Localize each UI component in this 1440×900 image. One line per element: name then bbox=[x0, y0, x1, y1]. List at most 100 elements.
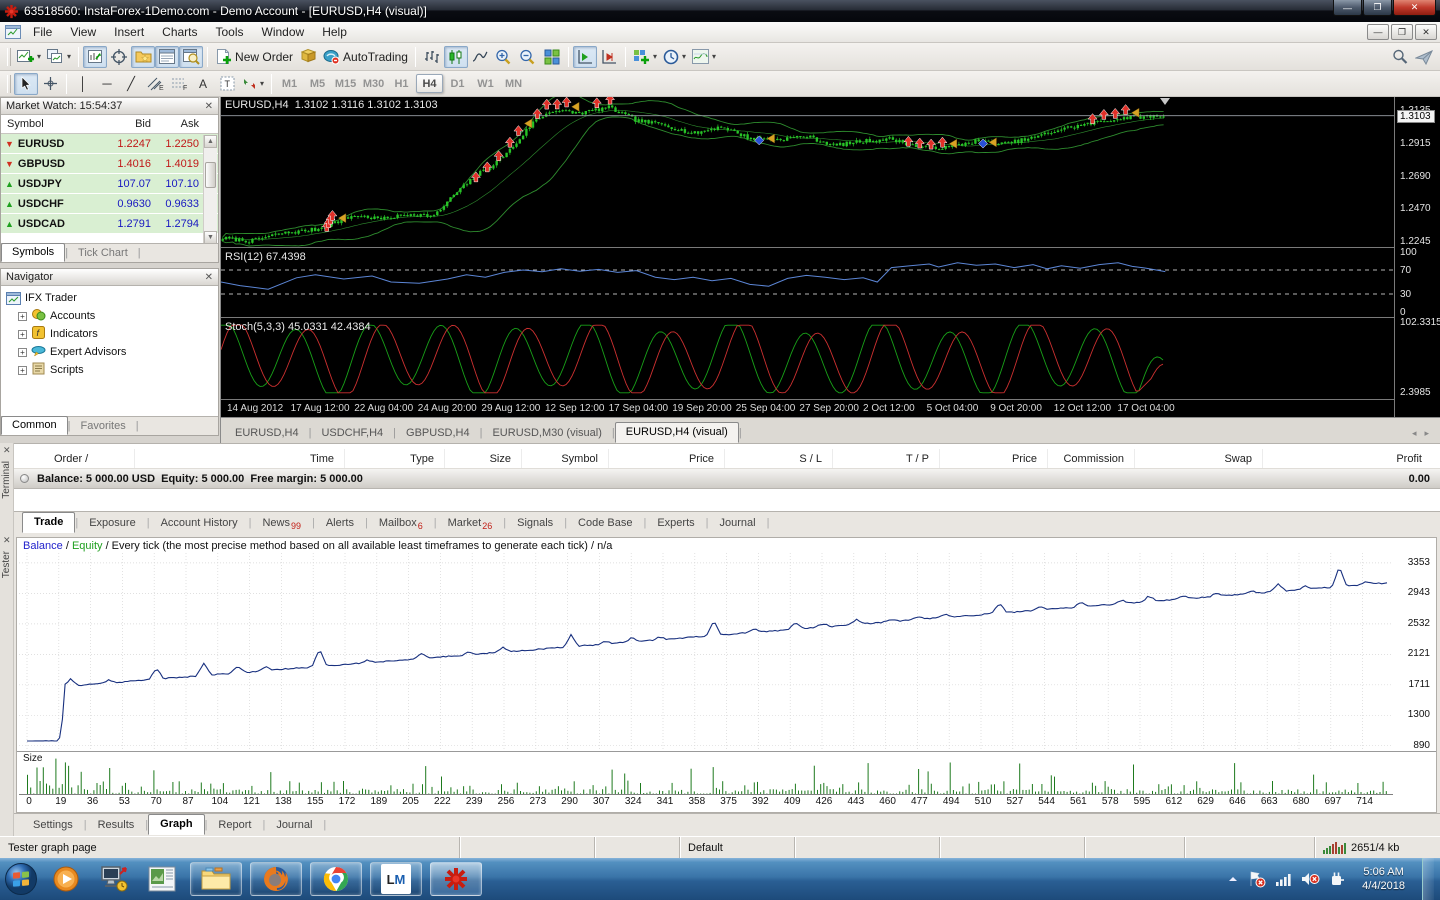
search-button[interactable] bbox=[1388, 46, 1412, 68]
candlestick-chart[interactable] bbox=[221, 97, 1394, 248]
trendline-button[interactable]: ╱ bbox=[119, 73, 143, 95]
chart-line-button[interactable] bbox=[468, 46, 492, 68]
price-axis[interactable]: 1.31351.31031.29151.26901.24701.22451007… bbox=[1394, 97, 1440, 417]
balance-graph[interactable] bbox=[19, 553, 1393, 749]
profiles-button[interactable]: ▾ bbox=[44, 46, 74, 68]
terminal-tab-alerts[interactable]: Alerts bbox=[315, 514, 365, 533]
column-symbol[interactable]: Symbol bbox=[1, 118, 91, 130]
expand-icon[interactable]: + bbox=[18, 329, 27, 339]
zoom-out-button[interactable] bbox=[516, 46, 540, 68]
timeframe-w1[interactable]: W1 bbox=[472, 74, 499, 93]
show-desktop-button[interactable] bbox=[1422, 858, 1434, 900]
navigator-item-expert-advisors[interactable]: + Expert Advisors bbox=[1, 343, 218, 361]
expand-icon[interactable]: + bbox=[18, 347, 27, 357]
chart-window[interactable]: EURUSD,H4 1.3102 1.3116 1.3102 1.3103 RS… bbox=[220, 97, 1440, 443]
timeframe-m1[interactable]: M1 bbox=[276, 74, 303, 93]
market-watch-tab-symbols[interactable]: Symbols bbox=[1, 243, 66, 262]
chart-tab-eurusd-m30-visual-[interactable]: EURUSD,M30 (visual) bbox=[482, 424, 611, 443]
market-watch-row[interactable]: ▲ USDCHF 0.9630 0.9633 bbox=[1, 194, 218, 214]
new-order-button[interactable]: New Order bbox=[212, 46, 296, 68]
vertical-line-button[interactable]: │ bbox=[71, 73, 95, 95]
terminal-tab-code-base[interactable]: Code Base bbox=[567, 514, 643, 533]
taskbar-file-explorer[interactable] bbox=[190, 862, 242, 896]
strategy-tester-toggle[interactable] bbox=[179, 45, 204, 68]
autotrading-button[interactable]: AutoTrading bbox=[320, 46, 411, 68]
expand-icon[interactable]: + bbox=[18, 311, 27, 321]
column-header-profit[interactable]: Profit bbox=[1262, 449, 1432, 468]
taskbar-app-window[interactable] bbox=[142, 862, 182, 896]
menu-window[interactable]: Window bbox=[253, 23, 314, 41]
network-icon[interactable] bbox=[1275, 872, 1292, 887]
main-chart-pane[interactable]: EURUSD,H4 1.3102 1.3116 1.3102 1.3103 bbox=[221, 97, 1394, 248]
timeframe-mn[interactable]: MN bbox=[500, 74, 527, 93]
navigator-item-accounts[interactable]: + Accounts bbox=[1, 307, 218, 325]
stochastic-pane[interactable]: Stoch(5,3,3) 45.0331 42.4384 bbox=[221, 319, 1394, 400]
column-header-s-l[interactable]: S / L bbox=[724, 449, 832, 468]
taskbar-chrome[interactable] bbox=[310, 862, 362, 896]
arrows-button[interactable]: ▾ bbox=[239, 73, 267, 95]
maximize-button[interactable]: ❐ bbox=[1363, 0, 1392, 16]
stochastic-chart[interactable] bbox=[221, 319, 1394, 400]
taskbar-media-player[interactable] bbox=[46, 862, 86, 896]
text-label-button[interactable]: T bbox=[215, 73, 239, 95]
volume-muted-icon[interactable] bbox=[1301, 871, 1320, 887]
navigator-title-bar[interactable]: Navigator ✕ bbox=[1, 269, 218, 286]
chart-tab-eurusd-h4-visual-[interactable]: EURUSD,H4 (visual) bbox=[614, 422, 739, 443]
community-button[interactable] bbox=[1412, 46, 1436, 68]
terminal-tab-signals[interactable]: Signals bbox=[506, 514, 564, 533]
tester-tab-journal[interactable]: Journal bbox=[265, 816, 323, 835]
taskbar-lm-app[interactable]: LM bbox=[370, 862, 422, 896]
market-watch-row[interactable]: ▼ GBPUSD 1.4016 1.4019 bbox=[1, 154, 218, 174]
navigator-tab-common[interactable]: Common bbox=[1, 416, 68, 435]
start-button[interactable] bbox=[0, 858, 42, 900]
chart-window-icon[interactable] bbox=[5, 25, 21, 39]
expand-icon[interactable]: + bbox=[18, 365, 27, 375]
menu-view[interactable]: View bbox=[61, 23, 105, 41]
chart-tab-usdchf-h4[interactable]: USDCHF,H4 bbox=[311, 424, 393, 443]
power-plug-icon[interactable] bbox=[1329, 871, 1345, 887]
timeframe-m30[interactable]: M30 bbox=[360, 74, 387, 93]
navigator-root-item[interactable]: IFX Trader bbox=[1, 289, 218, 307]
column-bid[interactable]: Bid bbox=[91, 118, 151, 130]
close-icon[interactable]: ✕ bbox=[205, 272, 213, 283]
taskbar-clock[interactable]: 5:06 AM 4/4/2018 bbox=[1354, 865, 1413, 893]
mdi-restore-button[interactable]: ❐ bbox=[1391, 24, 1413, 40]
auto-scroll-toggle[interactable] bbox=[572, 45, 597, 68]
time-axis[interactable]: 14 Aug 2012 17 Aug 12:00 22 Aug 04:00 24 Au… bbox=[221, 401, 1394, 417]
column-header-order-[interactable]: Order / bbox=[14, 449, 134, 468]
close-icon[interactable]: ✕ bbox=[205, 101, 213, 112]
market-watch-scrollbar[interactable]: ▲ ▼ bbox=[203, 135, 217, 244]
taskbar-remote-desktop[interactable] bbox=[94, 862, 134, 896]
timeframe-d1[interactable]: D1 bbox=[444, 74, 471, 93]
terminal-tab-exposure[interactable]: Exposure bbox=[78, 514, 146, 533]
tray-expand-icon[interactable] bbox=[1227, 874, 1239, 884]
taskbar-metatrader[interactable] bbox=[430, 862, 482, 896]
tester-tab-report[interactable]: Report bbox=[207, 816, 262, 835]
data-window-toggle[interactable] bbox=[107, 46, 131, 68]
menu-help[interactable]: Help bbox=[313, 23, 356, 41]
scrollbar-thumb[interactable] bbox=[205, 162, 216, 188]
timeframe-m5[interactable]: M5 bbox=[304, 74, 331, 93]
tester-tab-graph[interactable]: Graph bbox=[148, 814, 205, 835]
column-ask[interactable]: Ask bbox=[151, 118, 203, 130]
terminal-tab-experts[interactable]: Experts bbox=[646, 514, 705, 533]
navigator-item-indicators[interactable]: + f Indicators bbox=[1, 325, 218, 343]
terminal-tab-market[interactable]: Market 26 bbox=[437, 514, 504, 533]
terminal-toggle[interactable] bbox=[155, 45, 180, 68]
balance-row[interactable]: Balance: 5 000.00 USD Equity: 5 000.00 F… bbox=[14, 468, 1440, 489]
close-icon[interactable]: ✕ bbox=[3, 535, 11, 546]
tester-graph[interactable]: Balance / Equity / Every tick (the most … bbox=[16, 537, 1437, 813]
column-header-time[interactable]: Time bbox=[134, 449, 344, 468]
crosshair-button[interactable] bbox=[38, 73, 62, 95]
connection-status[interactable]: 2651/4 kb bbox=[1315, 837, 1440, 858]
column-header-symbol[interactable]: Symbol bbox=[521, 449, 608, 468]
periods-button[interactable]: ▾ bbox=[660, 46, 689, 68]
tester-tab-results[interactable]: Results bbox=[87, 816, 146, 835]
toolbar-grip[interactable] bbox=[7, 74, 11, 93]
close-button[interactable]: ✕ bbox=[1393, 0, 1436, 16]
navigator-toggle[interactable] bbox=[131, 45, 156, 68]
tab-scroll-right-icon[interactable]: ▸ bbox=[1424, 428, 1429, 439]
terminal-tab-journal[interactable]: Journal bbox=[709, 514, 767, 533]
tab-scroll-left-icon[interactable]: ◂ bbox=[1412, 428, 1417, 439]
chart-candles-button[interactable] bbox=[443, 45, 468, 68]
